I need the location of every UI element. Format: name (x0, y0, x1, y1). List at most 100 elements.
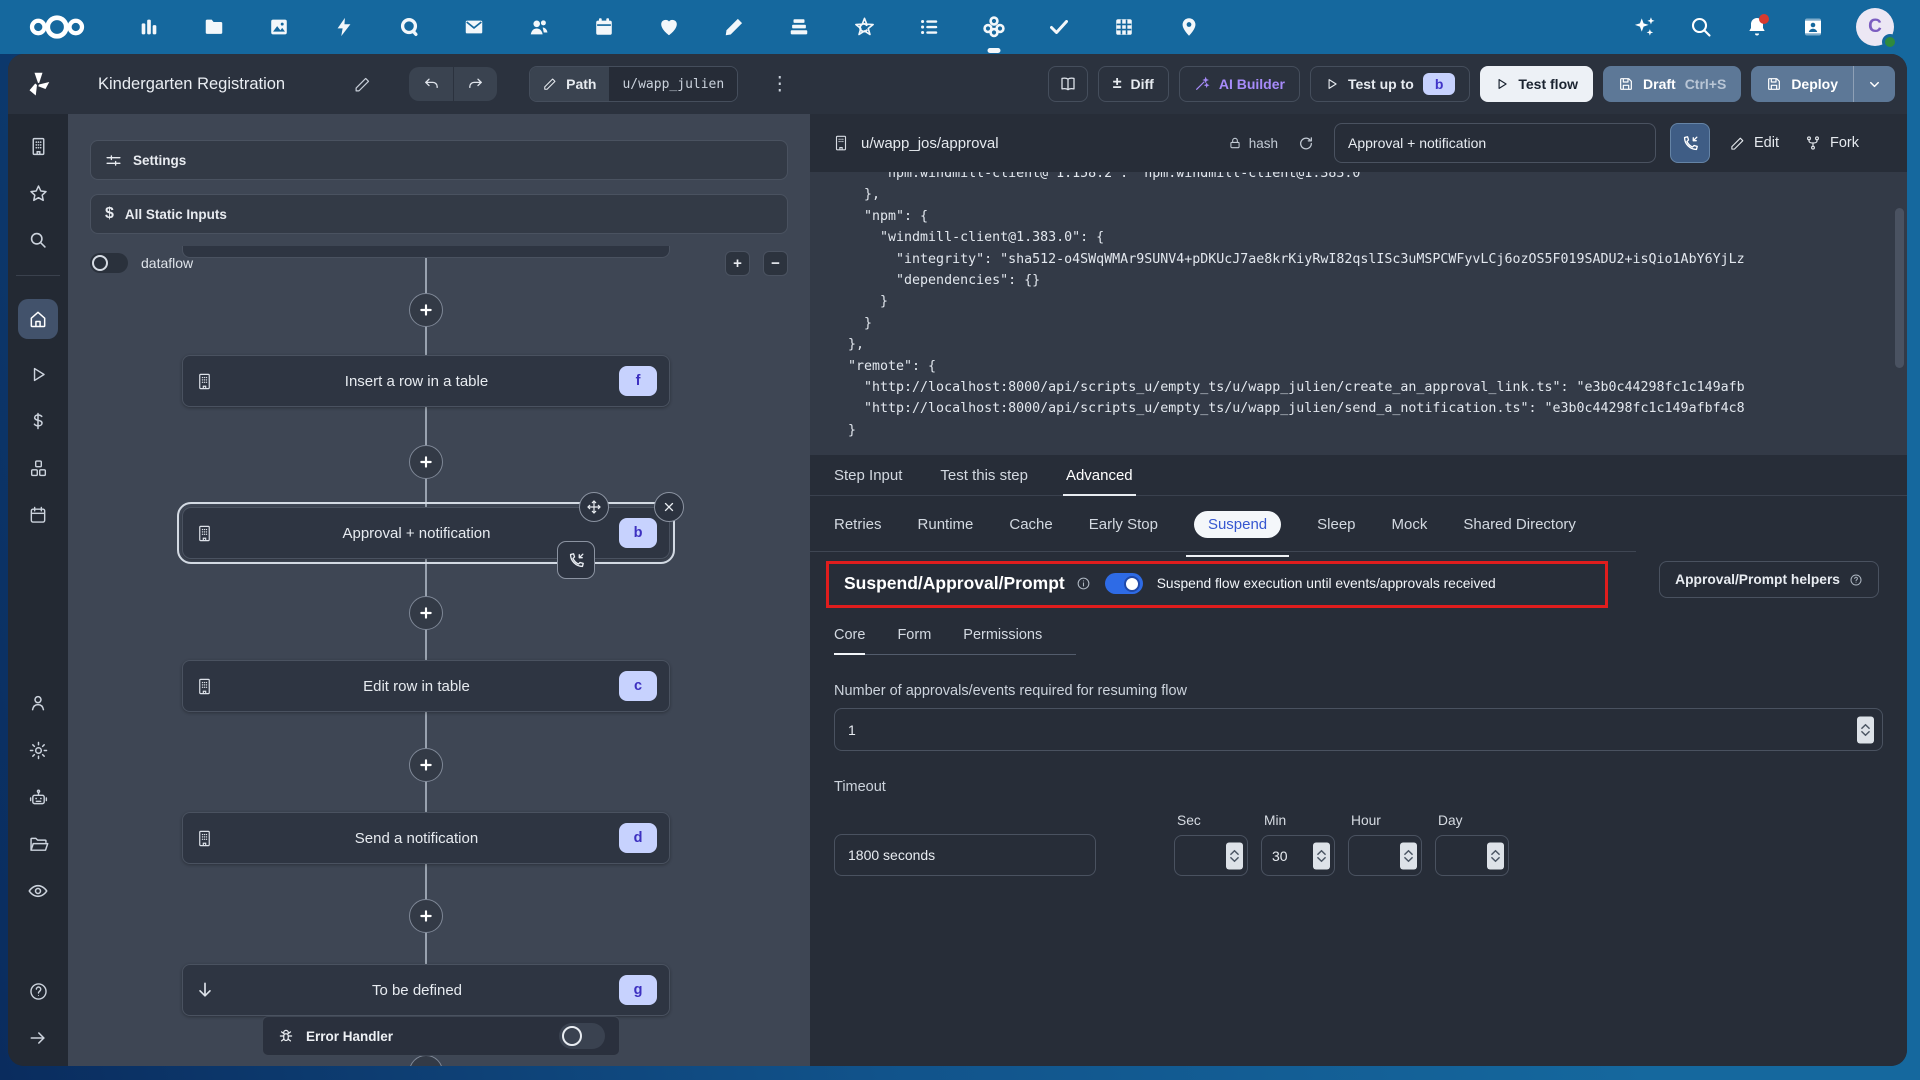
number-stepper[interactable] (1487, 842, 1504, 869)
suspend-phone-incoming-button[interactable] (1670, 123, 1710, 163)
subtab-cache[interactable]: Cache (1009, 516, 1052, 533)
mail-icon[interactable] (457, 10, 491, 44)
flow-node-send-notification[interactable]: Send a notification d (182, 812, 670, 864)
docs-book-icon[interactable] (1047, 66, 1088, 102)
test-flow-button[interactable]: Test flow (1480, 66, 1594, 102)
apps-building-icon[interactable] (26, 134, 50, 158)
user-avatar[interactable]: C (1856, 8, 1898, 50)
redo-button[interactable] (453, 67, 497, 101)
lock-hash-code-viewer[interactable]: "npm:windmill-client@^1.158.2": "npm:win… (810, 172, 1907, 455)
settings-gear-icon[interactable] (26, 738, 50, 762)
tab-form[interactable]: Form (897, 627, 931, 654)
insert-step-plus-icon[interactable] (409, 1055, 443, 1066)
dataflow-toggle[interactable] (90, 253, 128, 273)
nextcloud-logo-icon[interactable] (26, 12, 88, 42)
deploy-button[interactable]: Deploy (1751, 66, 1853, 102)
runs-play-icon[interactable] (26, 362, 50, 386)
flow-graph-canvas[interactable]: dataflow + − Insert a row in a table f A… (68, 114, 810, 1066)
folders-icon[interactable] (26, 832, 50, 856)
number-stepper[interactable] (1400, 842, 1417, 869)
number-stepper[interactable] (1313, 842, 1330, 869)
tasks-icon[interactable] (912, 10, 946, 44)
subtab-runtime[interactable]: Runtime (918, 516, 974, 533)
checks-icon[interactable] (1042, 10, 1076, 44)
tab-advanced[interactable]: Advanced (1062, 455, 1136, 496)
activity-icon[interactable] (327, 10, 361, 44)
flow-node-to-be-defined[interactable]: To be defined g (182, 964, 670, 1016)
zoom-out-button[interactable]: − (763, 250, 788, 276)
health-icon[interactable] (652, 10, 686, 44)
suspend-phone-incoming-icon[interactable] (557, 541, 595, 579)
workflow-app-icon[interactable] (977, 10, 1011, 44)
resources-cubes-icon[interactable] (26, 456, 50, 480)
contacts-icon[interactable] (522, 10, 556, 44)
collectives-icon[interactable] (847, 10, 881, 44)
number-stepper[interactable] (1226, 842, 1243, 869)
subtab-sleep[interactable]: Sleep (1317, 516, 1355, 533)
collapse-arrow-icon[interactable] (26, 1026, 50, 1050)
number-stepper[interactable] (1857, 716, 1874, 743)
files-icon[interactable] (197, 10, 231, 44)
static-inputs-bar[interactable]: $ All Static Inputs (90, 194, 788, 234)
subtab-early-stop[interactable]: Early Stop (1089, 516, 1158, 533)
tab-step-input[interactable]: Step Input (834, 455, 902, 495)
search-icon[interactable] (26, 228, 50, 252)
zoom-in-button[interactable]: + (725, 250, 750, 276)
talk-icon[interactable] (392, 10, 426, 44)
flow-node-edit-row[interactable]: Edit row in table c (182, 660, 670, 712)
audit-eye-icon[interactable] (26, 879, 50, 903)
error-handler-bar[interactable]: Error Handler (262, 1016, 620, 1056)
notes-icon[interactable] (717, 10, 751, 44)
more-options-kebab-icon[interactable]: ⋮ (764, 74, 795, 95)
test-up-to-button[interactable]: Test up to b (1309, 66, 1471, 102)
subtab-mock[interactable]: Mock (1392, 516, 1428, 533)
move-node-handle-icon[interactable] (579, 492, 609, 522)
windmill-logo-icon[interactable] (22, 68, 54, 100)
draft-button[interactable]: Draft Ctrl+S (1603, 66, 1742, 102)
photos-icon[interactable] (262, 10, 296, 44)
code-scrollbar[interactable] (1895, 208, 1904, 368)
workers-robot-icon[interactable] (26, 785, 50, 809)
subtab-suspend[interactable]: Suspend (1185, 511, 1290, 557)
fork-script-button[interactable]: Fork (1799, 134, 1865, 152)
timeout-seconds-input[interactable] (834, 834, 1096, 876)
flow-node-insert-row[interactable]: Insert a row in a table f (182, 355, 670, 407)
approval-prompt-helpers-button[interactable]: Approval/Prompt helpers (1659, 561, 1879, 598)
tab-test-this-step[interactable]: Test this step (940, 455, 1028, 495)
subtab-shared-directory[interactable]: Shared Directory (1463, 516, 1576, 533)
flow-node-approval-selected[interactable]: Approval + notification b (177, 492, 684, 579)
favorites-star-icon[interactable] (26, 181, 50, 205)
undo-button[interactable] (409, 67, 453, 101)
insert-step-plus-icon[interactable] (409, 899, 443, 933)
users-person-icon[interactable] (26, 691, 50, 715)
insert-step-plus-icon[interactable] (409, 596, 443, 630)
calendar-icon[interactable] (587, 10, 621, 44)
deploy-dropdown-chevron-icon[interactable] (1853, 66, 1895, 102)
diff-button[interactable]: ± Diff (1097, 66, 1169, 102)
help-icon[interactable] (26, 979, 50, 1003)
assistant-sparkles-icon[interactable] (1632, 14, 1658, 40)
ai-builder-button[interactable]: AI Builder (1178, 66, 1300, 102)
edit-script-button[interactable]: Edit (1724, 134, 1785, 152)
insert-step-plus-icon[interactable] (409, 445, 443, 479)
variables-dollar-icon[interactable] (26, 409, 50, 433)
hash-lock-button[interactable]: hash (1228, 136, 1278, 151)
step-name-input[interactable] (1334, 123, 1656, 163)
tab-permissions[interactable]: Permissions (963, 627, 1042, 654)
dashboard-icon[interactable] (132, 10, 166, 44)
home-nav-active[interactable] (18, 299, 58, 339)
path-widget[interactable]: Path u/wapp_julien (529, 66, 739, 102)
schedules-calendar-icon[interactable] (26, 503, 50, 527)
search-icon[interactable] (1688, 14, 1714, 40)
delete-node-close-icon[interactable] (654, 492, 684, 522)
approvals-required-input[interactable] (834, 708, 1883, 751)
maps-icon[interactable] (1172, 10, 1206, 44)
contacts-menu-icon[interactable] (1800, 14, 1826, 40)
settings-bar[interactable]: Settings (90, 140, 788, 180)
refresh-icon[interactable] (1292, 129, 1320, 157)
insert-step-plus-icon[interactable] (409, 748, 443, 782)
info-icon[interactable] (1076, 576, 1091, 591)
tab-core[interactable]: Core (834, 627, 866, 655)
tables-icon[interactable] (1107, 10, 1141, 44)
deck-icon[interactable] (782, 10, 816, 44)
